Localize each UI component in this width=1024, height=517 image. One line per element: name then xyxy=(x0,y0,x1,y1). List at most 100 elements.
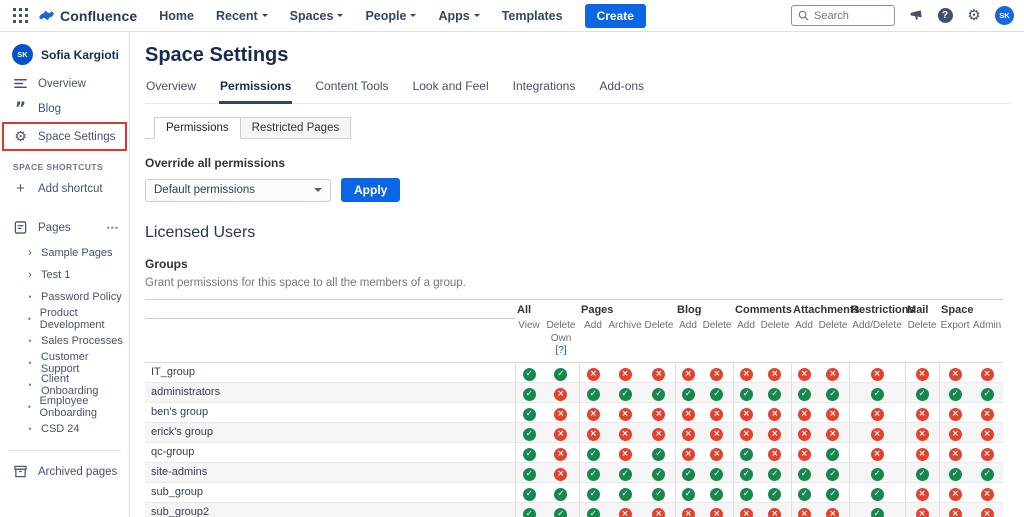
tree-item-customer-support[interactable]: •Customer Support xyxy=(0,352,129,374)
cross-icon[interactable]: × xyxy=(710,428,723,441)
cross-icon[interactable]: × xyxy=(587,428,600,441)
cross-icon[interactable]: × xyxy=(587,408,600,421)
check-icon[interactable]: ✓ xyxy=(523,488,536,501)
cross-icon[interactable]: × xyxy=(949,368,962,381)
check-icon[interactable]: ✓ xyxy=(523,368,536,381)
check-icon[interactable]: ✓ xyxy=(981,468,994,481)
check-icon[interactable]: ✓ xyxy=(949,468,962,481)
check-icon[interactable]: ✓ xyxy=(949,388,962,401)
cross-icon[interactable]: × xyxy=(710,368,723,381)
user-avatar[interactable]: SK xyxy=(995,6,1014,25)
cross-icon[interactable]: × xyxy=(798,508,811,517)
cross-icon[interactable]: × xyxy=(981,408,994,421)
cross-icon[interactable]: × xyxy=(652,408,665,421)
help-icon[interactable]: ? xyxy=(937,8,953,24)
cross-icon[interactable]: × xyxy=(981,428,994,441)
nav-item-people[interactable]: People xyxy=(365,9,416,23)
check-icon[interactable]: ✓ xyxy=(523,448,536,461)
cross-icon[interactable]: × xyxy=(554,468,567,481)
cross-icon[interactable]: × xyxy=(710,448,723,461)
tab-add-ons[interactable]: Add-ons xyxy=(598,77,645,103)
check-icon[interactable]: ✓ xyxy=(554,488,567,501)
tree-item-client-onboarding[interactable]: •Client Onboarding xyxy=(0,374,129,396)
tree-item-product-development[interactable]: •Product Development xyxy=(0,308,129,330)
cross-icon[interactable]: × xyxy=(916,508,929,517)
check-icon[interactable]: ✓ xyxy=(768,488,781,501)
help-link[interactable]: [?] xyxy=(544,345,578,358)
cross-icon[interactable]: × xyxy=(740,428,753,441)
check-icon[interactable]: ✓ xyxy=(871,508,884,517)
cross-icon[interactable]: × xyxy=(740,368,753,381)
cross-icon[interactable]: × xyxy=(554,448,567,461)
nav-item-apps[interactable]: Apps xyxy=(438,9,479,23)
cross-icon[interactable]: × xyxy=(682,408,695,421)
create-button[interactable]: Create xyxy=(585,4,646,28)
cross-icon[interactable]: × xyxy=(798,448,811,461)
cross-icon[interactable]: × xyxy=(768,428,781,441)
cross-icon[interactable]: × xyxy=(949,448,962,461)
cross-icon[interactable]: × xyxy=(652,508,665,517)
check-icon[interactable]: ✓ xyxy=(523,428,536,441)
check-icon[interactable]: ✓ xyxy=(740,448,753,461)
check-icon[interactable]: ✓ xyxy=(554,508,567,517)
check-icon[interactable]: ✓ xyxy=(710,388,723,401)
tab-overview[interactable]: Overview xyxy=(145,77,197,103)
check-icon[interactable]: ✓ xyxy=(871,488,884,501)
confluence-logo[interactable]: Confluence xyxy=(38,7,137,24)
check-icon[interactable]: ✓ xyxy=(740,468,753,481)
cross-icon[interactable]: × xyxy=(740,508,753,517)
check-icon[interactable]: ✓ xyxy=(554,368,567,381)
chevron-right-icon[interactable]: › xyxy=(26,269,34,281)
cross-icon[interactable]: × xyxy=(740,408,753,421)
check-icon[interactable]: ✓ xyxy=(682,468,695,481)
subtab-permissions[interactable]: Permissions xyxy=(154,117,241,139)
cross-icon[interactable]: × xyxy=(798,428,811,441)
check-icon[interactable]: ✓ xyxy=(826,448,839,461)
cross-icon[interactable]: × xyxy=(619,368,632,381)
cross-icon[interactable]: × xyxy=(710,408,723,421)
check-icon[interactable]: ✓ xyxy=(798,468,811,481)
check-icon[interactable]: ✓ xyxy=(981,388,994,401)
check-icon[interactable]: ✓ xyxy=(871,468,884,481)
check-icon[interactable]: ✓ xyxy=(740,388,753,401)
tree-item-sample-pages[interactable]: ›Sample Pages xyxy=(0,242,129,264)
check-icon[interactable]: ✓ xyxy=(587,388,600,401)
check-icon[interactable]: ✓ xyxy=(710,488,723,501)
cross-icon[interactable]: × xyxy=(916,428,929,441)
cross-icon[interactable]: × xyxy=(949,508,962,517)
cross-icon[interactable]: × xyxy=(981,488,994,501)
cross-icon[interactable]: × xyxy=(949,488,962,501)
nav-item-templates[interactable]: Templates xyxy=(502,9,563,23)
nav-item-recent[interactable]: Recent xyxy=(216,9,268,23)
cross-icon[interactable]: × xyxy=(981,368,994,381)
check-icon[interactable]: ✓ xyxy=(740,488,753,501)
check-icon[interactable]: ✓ xyxy=(587,508,600,517)
check-icon[interactable]: ✓ xyxy=(826,468,839,481)
cross-icon[interactable]: × xyxy=(768,508,781,517)
tab-integrations[interactable]: Integrations xyxy=(512,77,577,103)
check-icon[interactable]: ✓ xyxy=(916,468,929,481)
cross-icon[interactable]: × xyxy=(949,408,962,421)
check-icon[interactable]: ✓ xyxy=(587,448,600,461)
cross-icon[interactable]: × xyxy=(652,368,665,381)
add-shortcut-button[interactable]: + Add shortcut xyxy=(0,176,129,201)
cross-icon[interactable]: × xyxy=(981,448,994,461)
check-icon[interactable]: ✓ xyxy=(682,488,695,501)
check-icon[interactable]: ✓ xyxy=(652,488,665,501)
cross-icon[interactable]: × xyxy=(826,368,839,381)
check-icon[interactable]: ✓ xyxy=(652,388,665,401)
tree-item-csd-24[interactable]: •CSD 24 xyxy=(0,418,129,440)
space-header[interactable]: SK Sofia Kargioti xyxy=(0,44,129,71)
cross-icon[interactable]: × xyxy=(554,408,567,421)
sidebar-item-pages[interactable]: Pages ••• xyxy=(0,215,129,240)
chevron-right-icon[interactable]: › xyxy=(26,247,34,259)
check-icon[interactable]: ✓ xyxy=(798,488,811,501)
cross-icon[interactable]: × xyxy=(916,488,929,501)
check-icon[interactable]: ✓ xyxy=(619,488,632,501)
search-input[interactable] xyxy=(814,10,884,22)
cross-icon[interactable]: × xyxy=(949,428,962,441)
app-switcher-icon[interactable] xyxy=(12,8,28,24)
cross-icon[interactable]: × xyxy=(652,428,665,441)
announcement-icon[interactable] xyxy=(908,8,924,24)
check-icon[interactable]: ✓ xyxy=(652,448,665,461)
